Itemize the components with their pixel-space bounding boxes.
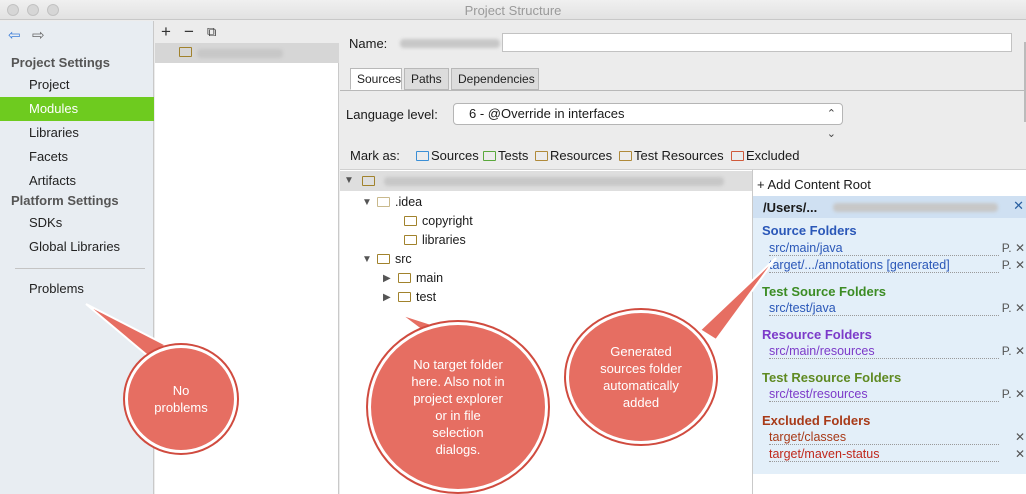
callout-line: automatically [603, 378, 679, 393]
callout-line: project explorer [413, 391, 503, 406]
callout-line: added [622, 395, 660, 410]
callout-line: No [172, 383, 190, 398]
callout-line: dialogs. [435, 442, 481, 457]
callout-no-problems: No problems [125, 345, 237, 453]
callout-line: or in file [435, 408, 481, 423]
callout-line: Generated [610, 344, 672, 359]
callout-line: No target folder [413, 357, 503, 372]
callout-generated-sources: Generated sources folder automatically a… [566, 310, 716, 444]
callout-line: problems [154, 400, 208, 415]
callout-no-target-folder: No target folder here. Also not in proje… [368, 322, 548, 492]
callout-tail [698, 257, 777, 342]
callout-line: sources folder [600, 361, 682, 376]
callout-line: here. Also not in [411, 374, 505, 389]
callout-line: selection [432, 425, 484, 440]
callout-tail [85, 303, 169, 358]
